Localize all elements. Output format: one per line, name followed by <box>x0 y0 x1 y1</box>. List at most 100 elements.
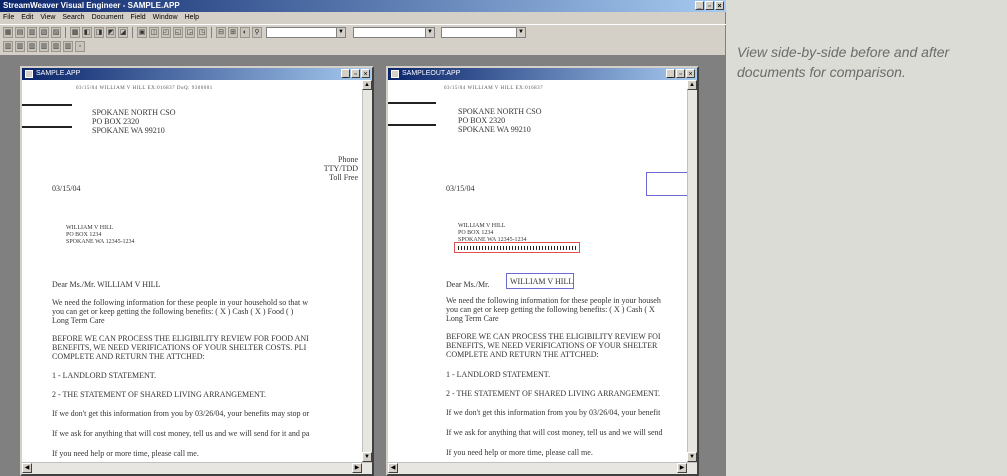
zoom-in-icon[interactable]: ⊞ <box>228 26 238 38</box>
layout-icon[interactable]: ◦ <box>75 41 85 52</box>
preview-icon[interactable]: ▨ <box>51 26 61 38</box>
application-window: StreamWeaver Visual Engineer - SAMPLE.AP… <box>0 0 726 476</box>
menu-field[interactable]: Field <box>130 12 145 23</box>
body-line: Long Term Care <box>52 316 105 325</box>
scroll-right-icon[interactable]: ▶ <box>352 463 362 473</box>
vertical-scrollbar[interactable]: ▲ ▼ <box>687 80 697 462</box>
minimize-button[interactable]: _ <box>341 69 350 78</box>
undo-icon[interactable]: ◩ <box>106 26 116 38</box>
close-button[interactable]: × <box>715 1 724 10</box>
scroll-down-icon[interactable]: ▼ <box>362 452 372 462</box>
menu-help[interactable]: Help <box>185 12 199 23</box>
letter-date: 03/15/04 <box>446 184 475 193</box>
body-line: We need the following information for th… <box>446 296 661 305</box>
layout-icon[interactable]: ▥ <box>51 41 61 52</box>
scroll-down-icon[interactable]: ▼ <box>687 452 697 462</box>
print-icon[interactable]: ▧ <box>39 26 49 38</box>
scroll-up-icon[interactable]: ▲ <box>687 80 697 90</box>
body-line: If we ask for anything that will cost mo… <box>446 428 663 437</box>
secondary-toolbar: ▥ ▥ ▥ ▥ ▥ ▥ ◦ <box>0 40 726 53</box>
body-line: Long Term Care <box>446 314 499 323</box>
layout-icon[interactable]: ▥ <box>15 41 25 52</box>
app-titlebar[interactable]: StreamWeaver Visual Engineer - SAMPLE.AP… <box>0 0 726 12</box>
body-line: BENEFITS, WE NEED VERIFICATIONS OF YOUR … <box>446 341 658 350</box>
help-icon[interactable]: ◐ <box>240 26 250 38</box>
copy-icon[interactable]: ◧ <box>82 26 92 38</box>
toolbar-separator <box>65 26 66 38</box>
open-icon[interactable]: ▤ <box>15 26 25 38</box>
output-document-window[interactable]: SAMPLEOUT.APP _ ▫ × 03/15/04 WILLIAM V H… <box>386 66 699 476</box>
close-button[interactable]: × <box>361 69 370 78</box>
table-icon[interactable]: ◲ <box>185 26 195 38</box>
list-item: 1 - LANDLORD STATEMENT. <box>446 370 551 379</box>
office-address: SPOKANE NORTH CSO PO BOX 2320 SPOKANE WA… <box>92 108 176 135</box>
app-title: StreamWeaver Visual Engineer - SAMPLE.AP… <box>3 1 180 10</box>
layout-icon[interactable]: ▥ <box>63 41 73 52</box>
minimize-button[interactable]: _ <box>695 1 704 10</box>
layout-icon[interactable]: ▥ <box>39 41 49 52</box>
field-combo[interactable]: ▼ <box>353 26 435 38</box>
search-combo[interactable]: ▼ <box>266 26 346 38</box>
save-icon[interactable]: ▥ <box>27 26 37 38</box>
field-icon[interactable]: ▣ <box>137 26 147 38</box>
layout-icon[interactable]: ▥ <box>3 41 13 52</box>
output-window-title: SAMPLEOUT.APP <box>402 70 461 77</box>
document-header-line: 03/15/04 WILLIAM V HILL EX:016837 <box>444 86 544 91</box>
restore-button[interactable]: ▫ <box>676 69 685 78</box>
menu-document[interactable]: Document <box>92 12 124 23</box>
page-icon[interactable]: ◳ <box>197 26 207 38</box>
letter-date: 03/15/04 <box>52 184 81 193</box>
chevron-down-icon[interactable]: ▼ <box>516 27 525 37</box>
salutation: Dear Ms./Mr. WILLIAM V HILL <box>52 280 161 289</box>
recipient-address: WILLIAM V HILL PO BOX 1234 SPOKANE WA 12… <box>66 225 135 245</box>
menu-view[interactable]: View <box>40 12 55 23</box>
output-document-page: 03/15/04 WILLIAM V HILL EX:016837 SPOKAN… <box>388 80 687 462</box>
margin-mark <box>388 102 436 104</box>
source-document-window[interactable]: SAMPLE.APP _ ▫ × 03/15/04 WILLIAM V HILL… <box>20 66 374 476</box>
scroll-up-icon[interactable]: ▲ <box>362 80 372 90</box>
layout-icon[interactable]: ▥ <box>27 41 37 52</box>
document-combo[interactable]: ▼ <box>441 26 526 38</box>
margin-mark <box>22 104 72 106</box>
list-item: 2 - THE STATEMENT OF SHARED LIVING ARRAN… <box>446 389 661 398</box>
vertical-scrollbar[interactable]: ▲ ▼ <box>362 80 372 462</box>
menu-search[interactable]: Search <box>62 12 84 23</box>
redo-icon[interactable]: ◪ <box>118 26 128 38</box>
body-line: COMPLETE AND RETURN THE ATTCHED: <box>446 350 599 359</box>
text-icon[interactable]: ◫ <box>149 26 159 38</box>
minimize-button[interactable]: _ <box>666 69 675 78</box>
restore-button[interactable]: ▫ <box>705 1 714 10</box>
chevron-down-icon[interactable]: ▼ <box>336 27 345 37</box>
barcode-icon[interactable]: ◱ <box>173 26 183 38</box>
horizontal-scrollbar[interactable]: ◀ ▶ <box>388 462 697 474</box>
close-button[interactable]: × <box>686 69 695 78</box>
source-window-titlebar[interactable]: SAMPLE.APP _ ▫ × <box>22 68 372 80</box>
list-item: 2 - THE STATEMENT OF SHARED LIVING ARRAN… <box>52 390 267 399</box>
field-placeholder-box[interactable] <box>646 172 687 196</box>
body-line: If you need help or more time, please ca… <box>446 448 593 457</box>
menu-file[interactable]: File <box>3 12 14 23</box>
cut-icon[interactable]: ▩ <box>70 26 80 38</box>
scroll-right-icon[interactable]: ▶ <box>677 463 687 473</box>
scroll-left-icon[interactable]: ◀ <box>22 463 32 473</box>
chevron-down-icon[interactable]: ▼ <box>425 27 434 37</box>
office-address: SPOKANE NORTH CSO PO BOX 2320 SPOKANE WA… <box>458 107 542 134</box>
paste-icon[interactable]: ◨ <box>94 26 104 38</box>
menu-window[interactable]: Window <box>153 12 178 23</box>
barcode-field-box[interactable] <box>454 242 580 253</box>
recipient-address: WILLIAM V HILL PO BOX 1234 SPOKANE WA 12… <box>458 223 527 243</box>
menu-edit[interactable]: Edit <box>21 12 33 23</box>
document-icon <box>391 70 399 78</box>
body-line: If you need help or more time, please ca… <box>52 449 199 458</box>
body-line: you can get or keep getting the followin… <box>52 307 294 316</box>
output-window-titlebar[interactable]: SAMPLEOUT.APP _ ▫ × <box>388 68 697 80</box>
new-icon[interactable]: ▦ <box>3 26 13 38</box>
search-icon[interactable]: ⚲ <box>252 26 262 38</box>
body-line: BENEFITS, WE NEED VERIFICATIONS OF YOUR … <box>52 343 307 352</box>
zoom-out-icon[interactable]: ⊟ <box>216 26 226 38</box>
list-item: 1 - LANDLORD STATEMENT. <box>52 371 157 380</box>
restore-button[interactable]: ▫ <box>351 69 360 78</box>
scroll-left-icon[interactable]: ◀ <box>388 463 398 473</box>
horizontal-scrollbar[interactable]: ◀ ▶ <box>22 462 372 474</box>
image-icon[interactable]: ◰ <box>161 26 171 38</box>
